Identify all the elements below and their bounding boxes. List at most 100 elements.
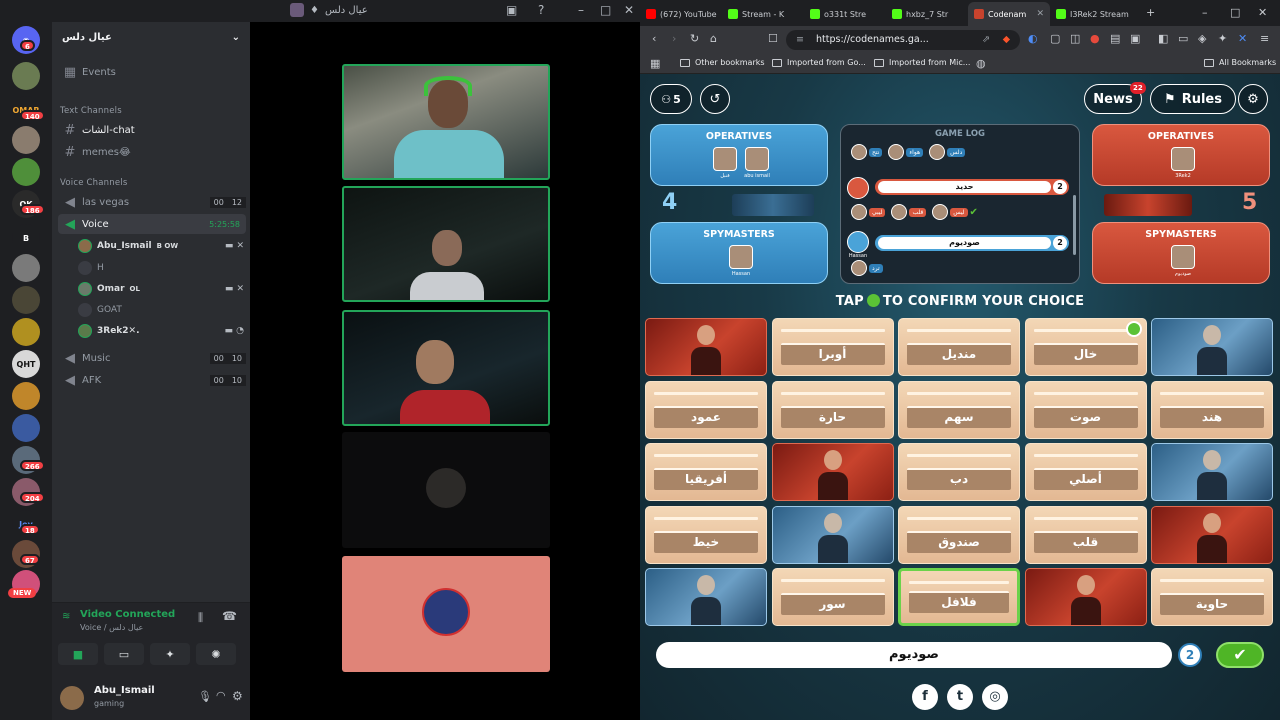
video-tile[interactable] [342,186,550,302]
word-card[interactable]: فلافل [898,568,1020,626]
voice-member[interactable]: Abu_Ismail B OW ▬ ✕ [78,236,244,256]
tab-codenames[interactable]: Codenam ✕ [968,2,1050,26]
server-b[interactable]: B [12,224,40,252]
category-voice-channels[interactable]: Voice Channels [60,178,127,188]
tab-kick-4[interactable]: I3Rek2 Stream [1050,2,1132,26]
voice-member[interactable]: 3Rek2✕. ▬ ◔ [78,321,244,341]
category-text-channels[interactable]: Text Channels [60,106,122,116]
server-icon[interactable] [12,158,40,186]
word-card[interactable]: قلب [1024,505,1147,564]
video-tile-camera-off[interactable] [342,556,550,672]
voice-member[interactable]: Omar OL ▬ ✕ [78,279,244,299]
reload-icon[interactable]: ↻ [690,32,699,45]
bookmark-folder[interactable]: Imported from Go... [772,58,866,67]
tab-kick-3[interactable]: hxbz_7 Str [886,2,968,26]
leo-icon[interactable]: ✦ [1218,32,1227,45]
video-tile[interactable] [342,64,550,180]
noise-suppression-icon[interactable]: ⫼ [198,611,203,625]
word-card[interactable]: سهم [898,380,1020,439]
server-icon[interactable] [12,126,40,154]
word-card[interactable]: عمود [645,380,767,439]
server-icon[interactable] [12,318,40,346]
settings-icon[interactable]: ⚙ [232,689,243,703]
word-card[interactable]: أفريقيا [645,443,767,501]
extension-icon[interactable]: ◫ [1070,32,1080,45]
red-agent-card[interactable] [645,318,767,376]
disconnect-icon[interactable]: ☎ [222,609,237,623]
wallet-icon[interactable]: ▭ [1178,32,1188,45]
activities-button[interactable]: ✦ [150,643,190,665]
word-card[interactable]: صندوق [898,505,1020,564]
camera-button[interactable]: ■ [58,643,98,665]
word-card[interactable]: دب [898,443,1020,501]
server-qht[interactable]: QHT [12,350,40,378]
tab-kick-2[interactable]: o331t Stre [804,2,886,26]
instagram-icon[interactable]: ◎ [982,684,1008,710]
tab-youtube[interactable]: (672) YouTube [640,2,722,26]
guild-header[interactable]: عيال دلس ⌄ [52,22,250,52]
share-icon[interactable]: ⇗ [982,30,990,50]
extension-icon[interactable]: ◐ [1028,32,1038,45]
players-button[interactable]: ⚇ 5 [650,84,692,114]
channel-voice[interactable]: ◀ Voice 5:25:58 [58,214,246,234]
vpn-icon[interactable]: ◈ [1198,32,1206,45]
help-icon[interactable]: ? [538,3,544,17]
channel-memes[interactable]: # memes😂 [58,142,246,162]
globe-icon[interactable]: ◍ [976,57,986,70]
server-icon[interactable] [12,382,40,410]
signal-icon[interactable]: ≋ [62,611,70,622]
server-icon[interactable] [12,414,40,442]
screen-share-button[interactable]: ▭ [104,643,144,665]
blue-agent-card[interactable] [771,505,894,564]
minimize-button[interactable]: – [1202,6,1208,19]
new-tab-icon[interactable]: + [1146,6,1155,19]
bookmark-icon[interactable]: ☐ [768,32,778,45]
channel-chat[interactable]: # الشات-chat [58,120,246,140]
voice-member[interactable]: GOAT [78,300,244,320]
extension-icon[interactable]: ▤ [1110,32,1120,45]
close-tab-icon[interactable]: ✕ [1036,9,1044,19]
rules-button[interactable]: ⚑ Rules [1150,84,1236,114]
red-agent-card[interactable] [1151,505,1273,564]
blue-agent-card[interactable] [1151,443,1273,501]
minimize-button[interactable]: – [578,3,584,17]
extension-icon[interactable]: ▣ [1130,32,1140,45]
confirm-button[interactable]: ✔ [1216,642,1264,668]
word-card[interactable]: أوبرا [771,318,894,376]
back-icon[interactable]: ‹ [652,32,656,45]
red-agent-card[interactable] [1024,568,1147,626]
channel-afk[interactable]: ◀ AFK 00 10 [58,370,246,390]
channel-las-vegas[interactable]: ◀ las vegas 00 12 [58,192,246,212]
avatar[interactable] [60,686,84,710]
word-card[interactable]: صوت [1024,380,1147,439]
log-scrollbar[interactable] [1073,195,1076,255]
bookmark-folder[interactable]: Other bookmarks [680,58,765,67]
apps-icon[interactable]: ▦ [650,57,660,70]
brave-shield-icon[interactable]: ◆ [1003,30,1010,50]
video-tile[interactable] [342,310,550,426]
red-agent-card[interactable] [771,443,894,501]
twitter-icon[interactable]: t [947,684,973,710]
word-card[interactable]: هند [1151,380,1273,439]
word-card[interactable]: حارة [771,380,894,439]
address-bar[interactable]: ≡ https://codenames.ga... ⇗ ◆ [786,30,1020,50]
headphones-icon[interactable]: ◠ [216,689,226,702]
close-button[interactable]: ✕ [624,3,634,17]
extension-icon[interactable]: ● [1090,32,1100,45]
video-tile-camera-off[interactable] [342,432,550,548]
voice-member[interactable]: H [78,258,244,278]
soundboard-button[interactable]: ✺ [196,643,236,665]
site-info-icon[interactable]: ≡ [796,30,804,50]
extension-icon[interactable]: ▢ [1050,32,1060,45]
microphone-icon[interactable]: 🎙 [198,690,212,703]
blue-agent-card[interactable] [645,568,767,626]
word-card[interactable]: خيط [645,505,767,564]
facebook-icon[interactable]: f [912,684,938,710]
sidebar-icon[interactable]: ◧ [1158,32,1168,45]
maximize-button[interactable]: □ [600,3,611,17]
forward-icon[interactable]: › [672,32,676,45]
word-card[interactable]: أصلي [1024,443,1147,501]
settings-button[interactable]: ⚙ [1238,84,1268,114]
word-card[interactable]: خال [1024,318,1147,376]
inbox-icon[interactable]: ▣ [506,3,517,17]
